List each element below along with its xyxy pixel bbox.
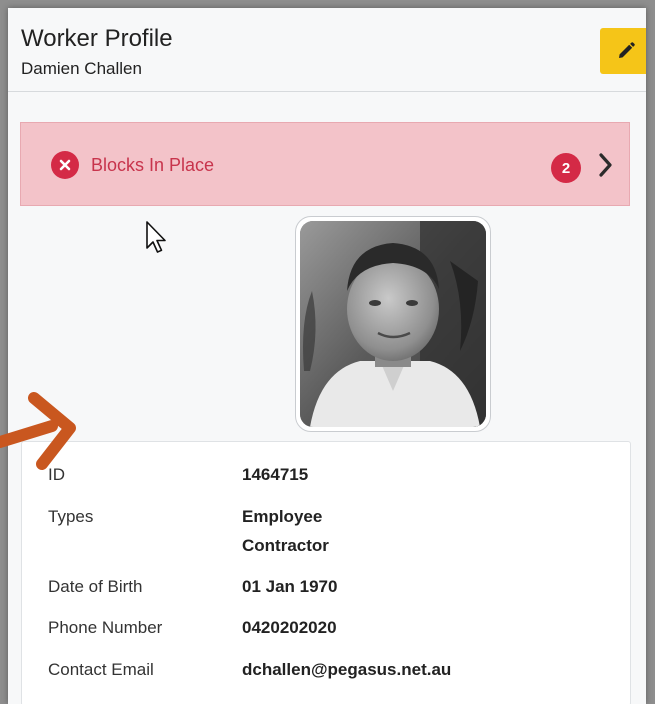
x-circle-icon	[51, 151, 79, 179]
blocks-in-place-banner[interactable]: Blocks In Place 2	[20, 122, 630, 206]
worker-profile-panel: Worker Profile Damien Challen Blocks In …	[8, 8, 646, 704]
worker-details-card: ID 1464715 Types Employee Contractor Dat…	[21, 441, 631, 704]
detail-value-phone: 0420202020	[242, 618, 337, 637]
worker-name: Damien Challen	[21, 59, 142, 78]
detail-label-phone: Phone Number	[48, 618, 163, 637]
profile-photo-frame	[295, 216, 491, 432]
detail-value-dob: 01 Jan 1970	[242, 577, 338, 596]
edit-button[interactable]	[600, 28, 646, 74]
profile-photo	[300, 221, 486, 427]
profile-header: Worker Profile Damien Challen	[8, 8, 646, 92]
mouse-cursor-icon	[146, 221, 166, 253]
detail-value-email[interactable]: dchallen@pegasus.net.au	[242, 660, 451, 680]
page-title: Worker Profile	[21, 25, 173, 52]
detail-value-type-1: Employee	[242, 507, 323, 526]
chevron-right-icon[interactable]	[596, 150, 616, 180]
detail-label-dob: Date of Birth	[48, 577, 143, 596]
detail-label-email: Contact Email	[48, 660, 154, 679]
pencil-icon	[618, 42, 635, 58]
detail-label-types: Types	[48, 507, 94, 526]
detail-value-type-2: Contractor	[242, 536, 329, 555]
annotation-arrow-icon	[0, 392, 76, 470]
blocks-count-badge: 2	[551, 153, 581, 183]
detail-value-id: 1464715	[242, 465, 309, 484]
blocks-label: Blocks In Place	[91, 155, 215, 175]
